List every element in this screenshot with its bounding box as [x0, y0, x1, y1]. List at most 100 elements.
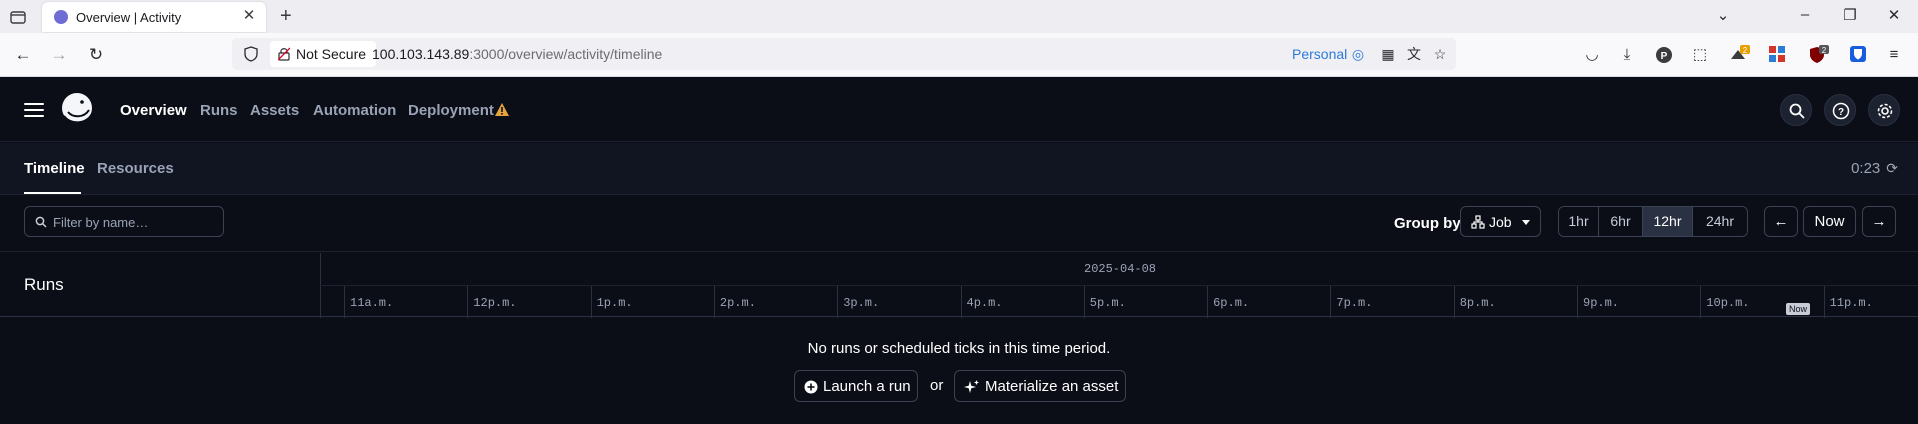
hour-gridline — [1083, 286, 1085, 318]
container-label[interactable]: Personal — [1292, 46, 1347, 62]
browser-tab-active[interactable]: Overview | Activity ✕ — [42, 2, 266, 32]
group-by-label: Group by — [1394, 215, 1461, 232]
group-by-select[interactable]: Job — [1460, 206, 1541, 237]
nav-assets[interactable]: Assets — [250, 102, 299, 119]
new-tab-icon[interactable]: + — [280, 5, 292, 28]
reload-icon[interactable]: ↻ — [86, 45, 106, 65]
filter-toolbar: Group by Job 1hr 6hr 12hr 24hr ← Now → — [0, 196, 1918, 252]
materialize-asset-button[interactable]: Materialize an asset — [954, 370, 1126, 402]
filter-search-box[interactable] — [24, 206, 224, 237]
arrow-left-icon: ← — [1773, 213, 1789, 230]
next-period-button[interactable]: → — [1862, 206, 1896, 237]
filter-by-name-input[interactable] — [53, 212, 217, 232]
hour-gridline — [960, 286, 962, 318]
or-separator: or — [930, 377, 944, 394]
back-icon[interactable]: ← — [13, 45, 33, 65]
launch-run-button[interactable]: Launch a run — [794, 370, 918, 402]
close-tab-icon[interactable]: ✕ — [240, 7, 258, 25]
hour-gridline — [467, 286, 469, 318]
tab-title: Overview | Activity — [76, 10, 182, 25]
hour-label: 4p.m. — [966, 296, 1003, 310]
hour-gridline — [590, 286, 592, 318]
nav-overview[interactable]: Overview — [120, 102, 187, 119]
address-bar[interactable]: Not Secure 100.103.143.89:3000/overview/… — [232, 38, 1456, 70]
job-icon — [1471, 215, 1485, 229]
range-6hr-button[interactable]: 6hr — [1599, 207, 1643, 236]
svg-text:?: ? — [1838, 107, 1844, 118]
now-button[interactable]: Now — [1803, 206, 1856, 237]
hour-label: 5p.m. — [1089, 296, 1126, 310]
hour-gridline — [320, 286, 321, 318]
not-secure-badge[interactable]: Not Secure — [270, 41, 377, 67]
profile-p-icon[interactable]: P — [1654, 45, 1674, 65]
shield-icon[interactable] — [244, 46, 258, 62]
nav-runs[interactable]: Runs — [200, 102, 238, 119]
dagster-logo-icon[interactable] — [58, 92, 96, 128]
hour-gridline — [1330, 286, 1332, 318]
hamburger-menu-icon[interactable] — [24, 103, 44, 117]
forward-icon[interactable]: → — [49, 45, 69, 65]
timeline-date: 2025-04-08 — [1084, 262, 1157, 276]
sub-navigation: Timeline Resources 0:23 ⟳ — [0, 143, 1918, 195]
hour-label: 11p.m. — [1829, 296, 1873, 310]
now-marker-badge: Now — [1786, 303, 1811, 315]
group-by-value: Job — [1489, 214, 1512, 230]
hour-axis: 11a.m. 12p.m. 1p.m. 2p.m. 3p.m. 4p.m. 5p.m. 6p.… — [320, 285, 1918, 318]
pocket-icon[interactable]: ◡ — [1582, 45, 1602, 65]
extensions-icon[interactable]: ⬚ — [1690, 45, 1710, 65]
hour-label: 11a.m. — [350, 296, 394, 310]
svg-text:P: P — [1661, 51, 1668, 62]
hour-gridline — [1700, 286, 1702, 318]
range-12hr-button[interactable]: 12hr — [1643, 207, 1693, 236]
runs-column-label: Runs — [24, 275, 64, 294]
window-close-icon[interactable]: ✕ — [1884, 6, 1904, 24]
nav-automation[interactable]: Automation — [313, 102, 396, 119]
browser-nav-bar: ← → ↻ Not Secure 100.103.143.89:3000/ove… — [0, 33, 1918, 77]
not-secure-label: Not Secure — [296, 46, 367, 62]
hour-gridline — [1207, 286, 1209, 318]
fingerprint-icon[interactable]: ◎ — [1350, 46, 1366, 62]
refresh-timer: 0:23 — [1851, 160, 1881, 177]
hour-label: 12p.m. — [473, 296, 517, 310]
hour-label: 10p.m. — [1706, 296, 1750, 310]
active-tab-underline — [24, 192, 81, 194]
menu-icon[interactable]: ≡ — [1884, 45, 1904, 65]
range-24hr-button[interactable]: 24hr — [1693, 207, 1747, 236]
tab-list-icon[interactable] — [8, 7, 28, 27]
extension-badge-icon[interactable]: 2 — [1728, 45, 1750, 65]
hour-gridline — [344, 286, 345, 318]
apps-grid-icon[interactable] — [1767, 45, 1787, 65]
help-button[interactable]: ? — [1824, 94, 1856, 126]
ublock-icon[interactable]: 2 — [1808, 45, 1829, 65]
translate-icon[interactable]: 文 — [1406, 46, 1422, 62]
tab-timeline[interactable]: Timeline — [24, 160, 85, 177]
settings-button[interactable] — [1868, 94, 1900, 126]
hour-label: 2p.m. — [719, 296, 756, 310]
url-text[interactable]: 100.103.143.89:3000/overview/activity/ti… — [372, 46, 662, 62]
extension-badge-count: 2 — [1743, 46, 1748, 55]
plus-circle-icon — [804, 380, 818, 394]
qr-code-icon[interactable]: ▦ — [1380, 46, 1396, 62]
nav-deployment[interactable]: Deployment — [408, 102, 494, 119]
range-1hr-button[interactable]: 1hr — [1559, 207, 1599, 236]
empty-state-message: No runs or scheduled ticks in this time … — [807, 340, 1111, 357]
ublock-count: 2 — [1822, 46, 1827, 55]
hour-label: 1p.m. — [596, 296, 633, 310]
downloads-icon[interactable]: ⤓ — [1617, 45, 1637, 65]
tab-resources[interactable]: Resources — [97, 160, 174, 177]
hour-gridline — [837, 286, 839, 318]
restore-icon[interactable]: ❐ — [1840, 6, 1860, 24]
minimize-icon[interactable]: – — [1795, 6, 1815, 23]
previous-period-button[interactable]: ← — [1764, 206, 1798, 237]
search-button[interactable] — [1780, 94, 1812, 126]
bitwarden-icon[interactable] — [1848, 45, 1868, 65]
hour-label: 7p.m. — [1336, 296, 1373, 310]
search-icon — [35, 216, 47, 228]
timeline-header: Runs 2025-04-08 11a.m. 12p.m. 1p.m. 2p.m. 3p… — [0, 253, 1918, 318]
dagster-app: Overview Runs Assets Automation Deployme… — [0, 78, 1918, 424]
sparkle-icon — [964, 380, 979, 393]
refresh-icon[interactable]: ⟳ — [1886, 160, 1898, 177]
bookmark-star-icon[interactable]: ☆ — [1432, 46, 1448, 62]
refresh-countdown[interactable]: 0:23 ⟳ — [1851, 160, 1898, 177]
chevron-down-icon[interactable]: ⌄ — [1713, 6, 1733, 24]
